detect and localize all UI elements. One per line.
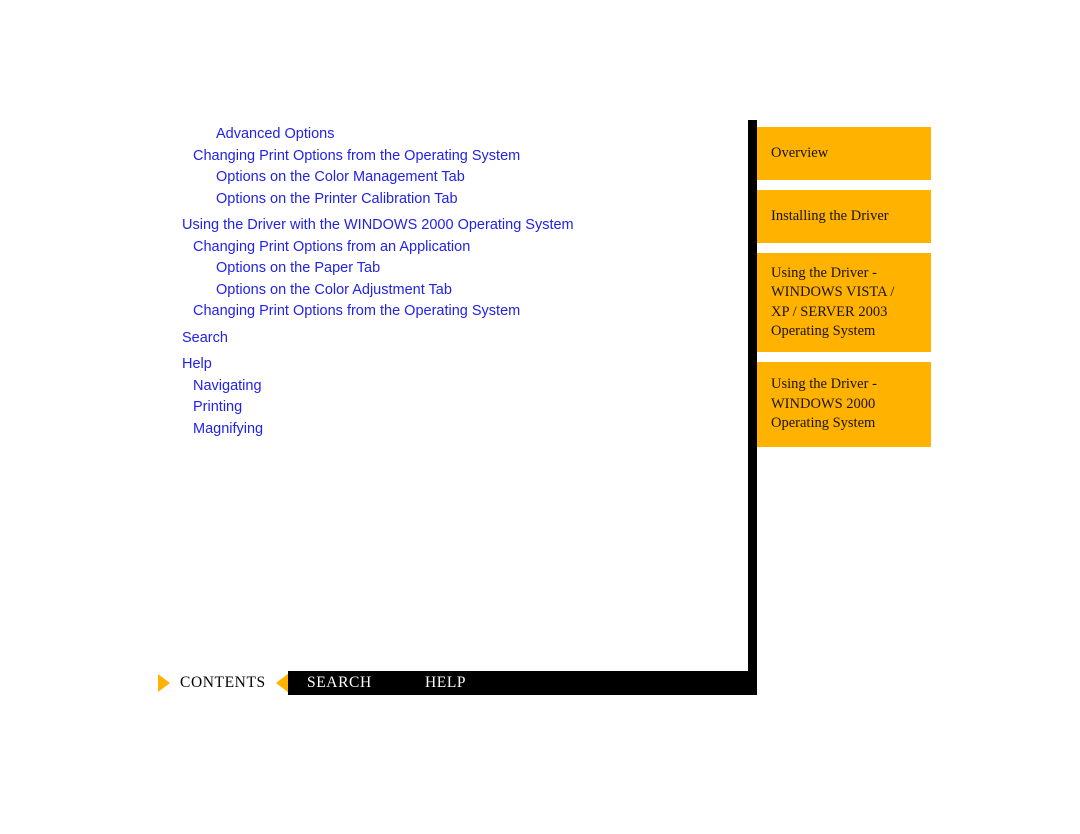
vertical-black-rail [748,120,757,695]
toc-link[interactable]: Magnifying [0,419,740,441]
toc-link[interactable]: Using the Driver with the WINDOWS 2000 O… [0,215,740,237]
toc-link[interactable]: Printing [0,397,740,419]
toc-link[interactable]: Changing Print Options from the Operatin… [0,146,740,168]
sidebar-tab-line: Installing the Driver [771,207,889,224]
sidebar-tab-line: Operating System [771,415,876,432]
sidebar-tab[interactable]: Overview [757,127,931,180]
sidebar-tab-line: Overview [771,144,829,161]
help-button[interactable]: HELP [425,674,466,692]
sidebar-tab-line: Using the Driver - [771,376,877,393]
sidebar-tab[interactable]: Installing the Driver [757,190,931,243]
sidebar-tab-line: WINDOWS 2000 [771,395,876,412]
sidebar-tab-line: WINDOWS VISTA / [771,284,895,300]
toc-link[interactable]: Options on the Paper Tab [0,258,740,280]
toc-link[interactable]: Options on the Color Management Tab [0,167,740,189]
toc-link[interactable]: Help [0,354,740,376]
table-of-contents: Advanced Options Changing Print Options f… [0,124,740,440]
toc-link[interactable]: Options on the Color Adjustment Tab [0,280,740,302]
triangle-right-icon [158,674,170,692]
sidebar-tab[interactable]: Using the Driver - WINDOWS 2000 Operating … [757,362,931,447]
search-button[interactable]: SEARCH [307,674,372,692]
toc-link[interactable]: Search [0,328,740,350]
toc-link[interactable]: Advanced Options [0,124,740,146]
contents-label: CONTENTS [180,674,266,691]
toc-link[interactable]: Options on the Printer Calibration Tab [0,189,740,211]
sidebar-tab[interactable]: Using the Driver - WINDOWS VISTA / XP / SE… [757,253,931,352]
toc-link[interactable]: Navigating [0,376,740,398]
contents-button[interactable]: CONTENTS [158,671,266,695]
sidebar-tab-line: Operating System [771,323,876,339]
toc-link[interactable]: Changing Print Options from the Operatin… [0,301,740,323]
sidebar-tab-line: XP / SERVER 2003 [771,303,888,320]
page-canvas: Advanced Options Changing Print Options f… [0,0,1080,834]
toc-link[interactable]: Changing Print Options from an Applicati… [0,237,740,259]
sidebar-tab-line: Using the Driver - [771,264,877,281]
